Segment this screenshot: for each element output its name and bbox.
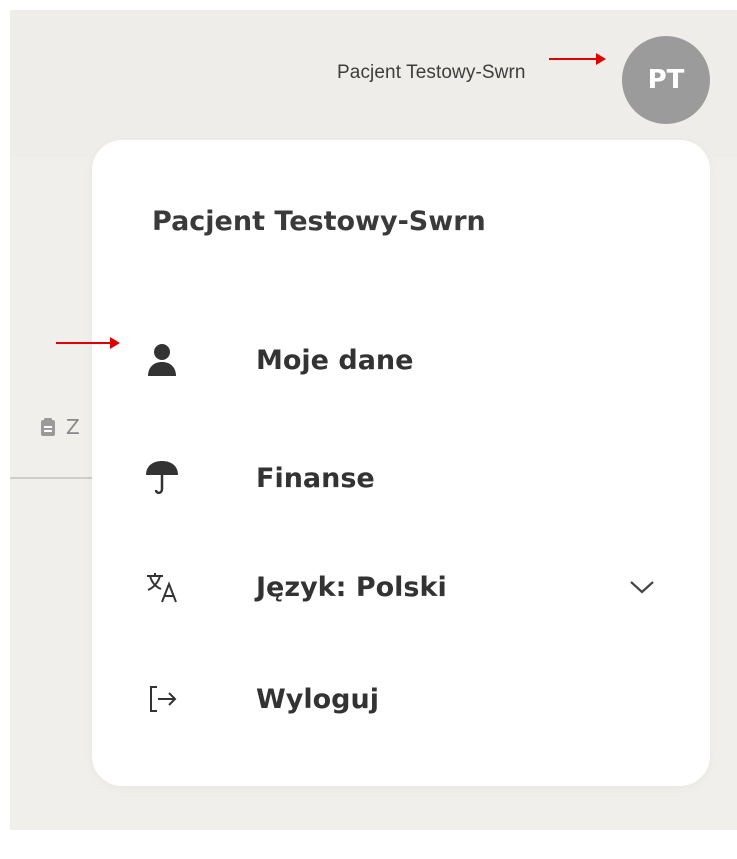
clipboard-icon: [41, 418, 55, 436]
user-icon: [142, 340, 182, 380]
app-screen: Pacjent Testowy-Swrn PT Z Pacjent Testow…: [10, 10, 737, 830]
menu-item-logout[interactable]: Wyloguj: [92, 664, 710, 734]
annotation-arrow: [549, 53, 606, 65]
umbrella-icon: [142, 458, 182, 498]
header-user-name[interactable]: Pacjent Testowy-Swrn: [337, 62, 526, 84]
logout-icon: [142, 679, 182, 719]
top-bar: Pacjent Testowy-Swrn PT: [10, 10, 737, 158]
dropdown-title: Pacjent Testowy-Swrn: [152, 206, 486, 237]
user-dropdown-menu: Pacjent Testowy-Swrn Moje dane Finanse J…: [92, 140, 710, 786]
menu-item-label: Moje dane: [256, 344, 414, 376]
menu-item-label: Wyloguj: [256, 683, 379, 715]
background-tab-label: Z: [66, 415, 80, 439]
menu-item-finances[interactable]: Finanse: [92, 443, 710, 513]
annotation-arrow: [56, 337, 120, 349]
menu-item-my-data[interactable]: Moje dane: [92, 325, 710, 395]
avatar-initials: PT: [647, 65, 685, 95]
user-avatar-button[interactable]: PT: [622, 36, 710, 124]
menu-item-label: Finanse: [256, 462, 375, 494]
menu-item-label: Język: Polski: [256, 571, 447, 603]
background-tab: Z: [40, 415, 80, 439]
chevron-down-icon[interactable]: [622, 567, 662, 607]
translate-icon: [142, 567, 182, 607]
menu-item-language[interactable]: Język: Polski: [92, 552, 710, 622]
